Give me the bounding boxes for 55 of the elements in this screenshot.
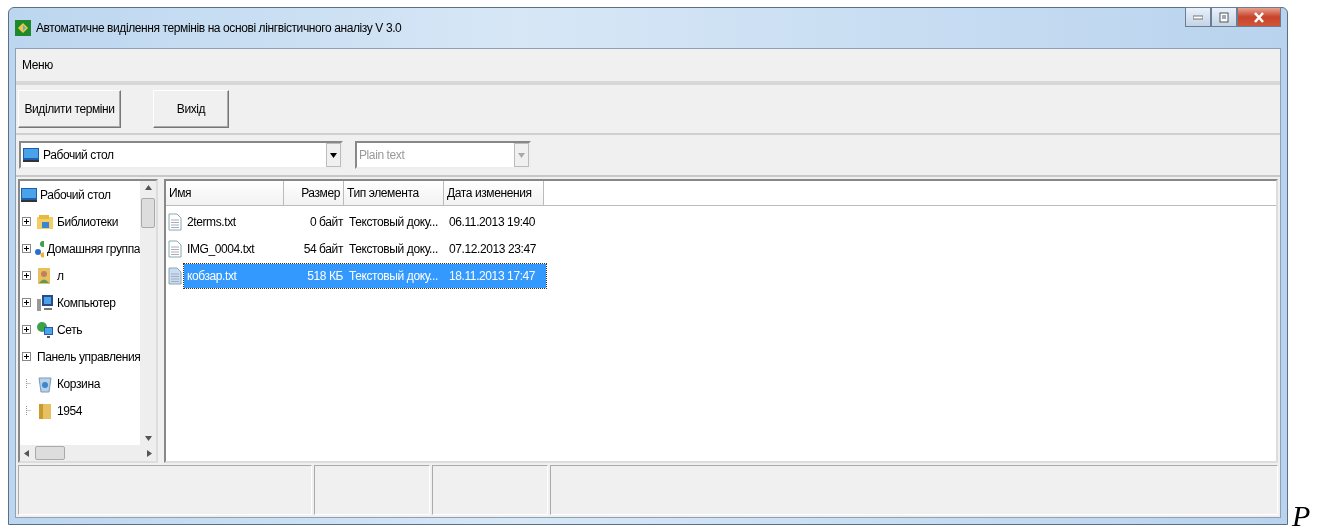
toolbar-button[interactable]: Виділити терміни	[18, 90, 121, 128]
maximize-icon	[1219, 11, 1229, 23]
tree-item[interactable]: л	[20, 262, 140, 289]
scroll-right-icon	[147, 449, 152, 457]
page-text: P	[1292, 501, 1310, 531]
expand-icon[interactable]	[22, 271, 33, 280]
network-icon	[36, 320, 54, 339]
tree-item[interactable]: Корзина	[20, 370, 140, 397]
tree-item[interactable]: 1954	[20, 397, 140, 424]
maximize-button[interactable]	[1211, 7, 1237, 27]
column-header[interactable]: Размер	[284, 181, 344, 205]
recycle-bin-icon	[36, 374, 54, 393]
scroll-down-icon	[144, 436, 152, 441]
toolbar-button[interactable]: Вихід	[153, 90, 229, 128]
menu-item[interactable]: Меню	[20, 56, 55, 74]
expand-icon[interactable]	[22, 325, 33, 334]
scroll-thumb[interactable]	[141, 198, 155, 228]
dropdown-arrow-icon	[330, 152, 337, 158]
close-icon	[1253, 11, 1265, 23]
file-row[interactable]: IMG_0004.txt 54 байт Текстовый доку... 07.12.2013 23:47	[184, 236, 546, 261]
library-icon	[36, 212, 54, 231]
location-dropdown[interactable]: Рабочий стол	[19, 141, 343, 169]
scroll-left-icon	[24, 449, 29, 457]
minimize-icon	[1193, 14, 1203, 20]
tree-item[interactable]: Компьютер	[20, 289, 140, 316]
minimize-button[interactable]	[1185, 7, 1211, 27]
homegroup-icon	[34, 239, 44, 258]
column-header[interactable]: Имя	[166, 181, 284, 205]
scroll-up-icon	[144, 185, 152, 190]
expand-icon[interactable]	[22, 244, 31, 253]
desktop-icon	[21, 187, 37, 202]
text-file-icon	[168, 212, 182, 231]
tree-item[interactable]: Сеть	[20, 316, 140, 343]
close-button[interactable]	[1237, 7, 1281, 27]
app-icon	[15, 20, 31, 36]
horizontal-scrollbar[interactable]	[20, 445, 156, 461]
tree-item[interactable]: Домашняя группа	[20, 235, 140, 262]
desktop-icon	[23, 148, 39, 162]
expand-icon[interactable]	[22, 352, 31, 361]
computer-icon	[36, 293, 54, 312]
column-header[interactable]: Дата изменения	[444, 181, 544, 205]
vertical-scrollbar[interactable]	[140, 181, 156, 445]
text-file-icon	[168, 239, 182, 258]
expand-icon[interactable]	[22, 217, 33, 226]
expand-icon[interactable]	[22, 298, 33, 307]
column-header[interactable]: Тип элемента	[344, 181, 444, 205]
text-file-icon	[168, 266, 182, 285]
file-row[interactable]: 2terms.txt 0 байт Текстовый доку... 06.11.2013 19:40	[184, 209, 546, 234]
tree-item[interactable]: Библиотеки	[20, 208, 140, 235]
tree-item[interactable]: Рабочий стол	[20, 181, 140, 208]
folder-icon	[36, 401, 54, 420]
dropdown-arrow-icon	[518, 152, 525, 158]
tree-item[interactable]: Панель управления	[20, 343, 140, 370]
scroll-thumb[interactable]	[35, 446, 65, 460]
window-title: Автоматичне виділення термінів на основі лінгвістичного аналізу V 3.0	[36, 21, 402, 35]
